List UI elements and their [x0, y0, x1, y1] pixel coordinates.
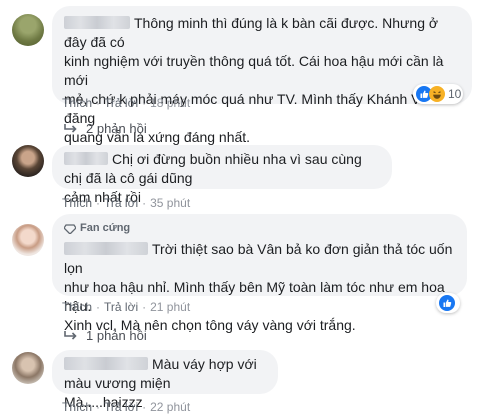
reaction-badge[interactable]: 10	[413, 84, 463, 104]
reply-link[interactable]: Trả lời	[104, 196, 138, 210]
like-link[interactable]: Thích	[62, 196, 92, 210]
comment-bubble: Fan cứng Trời thiệt sao bà Vân bả ko đơn…	[52, 214, 467, 333]
comment-actions: Thích · Trả lời · 22 phút	[62, 400, 191, 414]
comment-bubble: Màu váy hợp với màu vương miện Mà.....ha…	[52, 350, 278, 410]
blurred-author-name[interactable]	[64, 357, 148, 370]
reply-link[interactable]: Trả lời	[104, 300, 138, 314]
reply-arrow-icon	[64, 330, 77, 340]
blurred-author-name[interactable]	[64, 16, 130, 29]
blurred-author-name[interactable]	[64, 152, 108, 165]
comment-actions: Thích · Trả lời · 18 phút	[62, 96, 191, 110]
haha-icon	[429, 86, 445, 102]
comment-actions: Thích · Trả lời · 35 phút	[62, 196, 191, 210]
reaction-badge[interactable]	[436, 293, 460, 313]
avatar[interactable]	[12, 145, 44, 177]
comment-text: Trời thiệt sao bà Vân bả ko đơn giản thả…	[64, 241, 453, 333]
fan-badge[interactable]: Fan cứng	[64, 219, 455, 238]
like-link[interactable]: Thích	[62, 400, 92, 414]
reaction-count: 10	[448, 87, 462, 101]
timestamp[interactable]: 22 phút	[150, 400, 190, 414]
timestamp[interactable]: 21 phút	[150, 300, 190, 314]
view-replies-link[interactable]: 2 phản hồi	[64, 121, 147, 136]
view-replies-link[interactable]: 1 phản hồi	[64, 328, 147, 343]
timestamp[interactable]: 18 phút	[150, 96, 190, 110]
like-icon	[439, 295, 455, 311]
timestamp[interactable]: 35 phút	[150, 196, 190, 210]
reply-link[interactable]: Trả lời	[104, 400, 138, 414]
avatar[interactable]	[12, 14, 44, 46]
comment-actions: Thích · Trả lời · 21 phút	[62, 300, 191, 314]
comment-bubble: Chị ơi đừng buồn nhiều nha vì sau cùng c…	[52, 145, 392, 205]
avatar[interactable]	[12, 352, 44, 384]
like-link[interactable]: Thích	[62, 300, 92, 314]
comment-bubble: Thông minh thì đúng là k bàn cãi được. N…	[52, 6, 472, 145]
reply-link[interactable]: Trả lời	[104, 96, 138, 110]
diamond-icon	[64, 223, 76, 234]
avatar[interactable]	[12, 224, 44, 256]
like-link[interactable]: Thích	[62, 96, 92, 110]
reply-arrow-icon	[64, 123, 77, 133]
blurred-author-name[interactable]	[64, 242, 148, 255]
